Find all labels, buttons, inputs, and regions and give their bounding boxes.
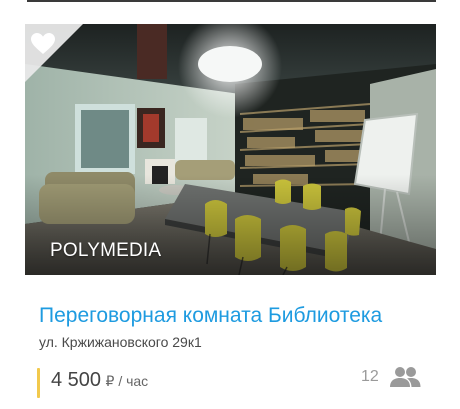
previous-card-edge (27, 0, 436, 2)
price-accent-bar (37, 368, 40, 398)
capacity: 12 (361, 365, 421, 389)
venue-card[interactable]: POLYMEDIA Переговорная комната Библиотек… (25, 24, 436, 409)
price-value: 4 500 (51, 369, 102, 391)
page: POLYMEDIA Переговорная комната Библиотек… (0, 0, 460, 409)
people-icon (389, 367, 421, 387)
price: 4 500 ₽ / час (51, 369, 148, 392)
heart-icon (31, 33, 55, 54)
capacity-count: 12 (361, 368, 379, 385)
brand-label: POLYMEDIA (50, 240, 162, 261)
venue-address: ул. Кржижановского 29к1 (39, 334, 202, 350)
favorite-button[interactable] (25, 24, 89, 88)
venue-photo[interactable]: POLYMEDIA (25, 24, 436, 275)
price-unit: / час (114, 373, 149, 389)
venue-title[interactable]: Переговорная комната Библиотека (39, 304, 382, 328)
